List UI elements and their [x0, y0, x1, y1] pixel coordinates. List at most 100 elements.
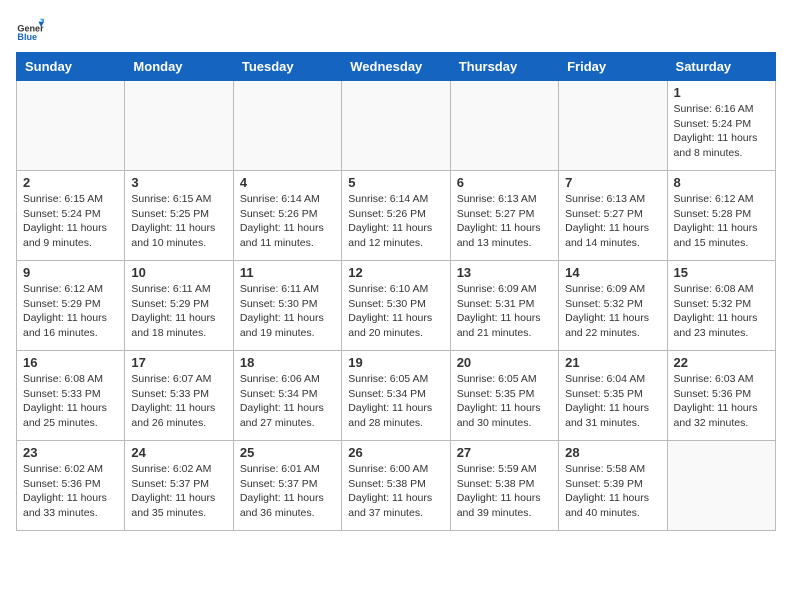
calendar-week-row: 23 Sunrise: 6:02 AM Sunset: 5:36 PM Dayli… [17, 441, 776, 531]
calendar-cell: 20 Sunrise: 6:05 AM Sunset: 5:35 PM Dayli… [450, 351, 558, 441]
weekday-header-tuesday: Tuesday [233, 53, 341, 81]
day-info: Sunrise: 5:59 AM Sunset: 5:38 PM Dayligh… [457, 462, 552, 521]
day-number: 10 [131, 265, 226, 280]
day-info: Sunrise: 6:08 AM Sunset: 5:32 PM Dayligh… [674, 282, 769, 341]
day-info: Sunrise: 6:14 AM Sunset: 5:26 PM Dayligh… [240, 192, 335, 251]
calendar-cell: 21Sunrise: 6:04 AM Sunset: 5:35 PM Dayli… [559, 351, 667, 441]
day-number: 27 [457, 445, 552, 460]
calendar-cell: 14 Sunrise: 6:09 AM Sunset: 5:32 PM Dayli… [559, 261, 667, 351]
day-info: Sunrise: 6:15 AM Sunset: 5:24 PM Dayligh… [23, 192, 118, 251]
calendar-cell: 6Sunrise: 6:13 AM Sunset: 5:27 PM Daylig… [450, 171, 558, 261]
weekday-header-saturday: Saturday [667, 53, 775, 81]
calendar-cell: 17 Sunrise: 6:07 AM Sunset: 5:33 PM Dayli… [125, 351, 233, 441]
day-number: 9 [23, 265, 118, 280]
day-info: Sunrise: 6:08 AM Sunset: 5:33 PM Dayligh… [23, 372, 118, 431]
day-number: 22 [674, 355, 769, 370]
day-number: 1 [674, 85, 769, 100]
calendar-cell: 2 Sunrise: 6:15 AM Sunset: 5:24 PM Daylig… [17, 171, 125, 261]
day-number: 16 [23, 355, 118, 370]
day-info: Sunrise: 6:14 AM Sunset: 5:26 PM Dayligh… [348, 192, 443, 251]
calendar-cell: 22 Sunrise: 6:03 AM Sunset: 5:36 PM Dayli… [667, 351, 775, 441]
calendar-week-row: 1 Sunrise: 6:16 AM Sunset: 5:24 PM Daylig… [17, 81, 776, 171]
calendar-cell: 26 Sunrise: 6:00 AM Sunset: 5:38 PM Dayli… [342, 441, 450, 531]
calendar-cell [667, 441, 775, 531]
day-number: 24 [131, 445, 226, 460]
day-info: Sunrise: 6:09 AM Sunset: 5:31 PM Dayligh… [457, 282, 552, 341]
day-number: 20 [457, 355, 552, 370]
day-number: 8 [674, 175, 769, 190]
day-number: 15 [674, 265, 769, 280]
day-number: 14 [565, 265, 660, 280]
logo: General Blue [16, 16, 48, 44]
calendar-cell: 24 Sunrise: 6:02 AM Sunset: 5:37 PM Dayli… [125, 441, 233, 531]
day-info: Sunrise: 6:15 AM Sunset: 5:25 PM Dayligh… [131, 192, 226, 251]
day-info: Sunrise: 6:05 AM Sunset: 5:35 PM Dayligh… [457, 372, 552, 431]
day-info: Sunrise: 6:02 AM Sunset: 5:36 PM Dayligh… [23, 462, 118, 521]
weekday-header-monday: Monday [125, 53, 233, 81]
calendar-table: SundayMondayTuesdayWednesdayThursdayFrid… [16, 52, 776, 531]
weekday-header-wednesday: Wednesday [342, 53, 450, 81]
svg-text:Blue: Blue [17, 32, 37, 42]
page-header: General Blue [16, 16, 776, 44]
day-number: 21 [565, 355, 660, 370]
day-number: 28 [565, 445, 660, 460]
day-info: Sunrise: 6:11 AM Sunset: 5:30 PM Dayligh… [240, 282, 335, 341]
day-number: 2 [23, 175, 118, 190]
day-number: 6 [457, 175, 552, 190]
calendar-cell: 13 Sunrise: 6:09 AM Sunset: 5:31 PM Dayli… [450, 261, 558, 351]
calendar-cell [233, 81, 341, 171]
calendar-cell: 27 Sunrise: 5:59 AM Sunset: 5:38 PM Dayli… [450, 441, 558, 531]
calendar-cell [342, 81, 450, 171]
day-info: Sunrise: 6:07 AM Sunset: 5:33 PM Dayligh… [131, 372, 226, 431]
calendar-header-row: SundayMondayTuesdayWednesdayThursdayFrid… [17, 53, 776, 81]
calendar-cell: 18 Sunrise: 6:06 AM Sunset: 5:34 PM Dayli… [233, 351, 341, 441]
day-info: Sunrise: 6:12 AM Sunset: 5:28 PM Dayligh… [674, 192, 769, 251]
weekday-header-sunday: Sunday [17, 53, 125, 81]
day-info: Sunrise: 6:06 AM Sunset: 5:34 PM Dayligh… [240, 372, 335, 431]
day-number: 13 [457, 265, 552, 280]
logo-icon: General Blue [16, 16, 44, 44]
day-info: Sunrise: 6:05 AM Sunset: 5:34 PM Dayligh… [348, 372, 443, 431]
calendar-week-row: 2 Sunrise: 6:15 AM Sunset: 5:24 PM Daylig… [17, 171, 776, 261]
calendar-cell: 8 Sunrise: 6:12 AM Sunset: 5:28 PM Daylig… [667, 171, 775, 261]
day-info: Sunrise: 6:00 AM Sunset: 5:38 PM Dayligh… [348, 462, 443, 521]
calendar-cell: 7Sunrise: 6:13 AM Sunset: 5:27 PM Daylig… [559, 171, 667, 261]
day-info: Sunrise: 6:09 AM Sunset: 5:32 PM Dayligh… [565, 282, 660, 341]
day-number: 17 [131, 355, 226, 370]
calendar-week-row: 9 Sunrise: 6:12 AM Sunset: 5:29 PM Daylig… [17, 261, 776, 351]
day-number: 4 [240, 175, 335, 190]
calendar-cell: 23 Sunrise: 6:02 AM Sunset: 5:36 PM Dayli… [17, 441, 125, 531]
day-info: Sunrise: 6:10 AM Sunset: 5:30 PM Dayligh… [348, 282, 443, 341]
calendar-cell: 28Sunrise: 5:58 AM Sunset: 5:39 PM Dayli… [559, 441, 667, 531]
calendar-cell [17, 81, 125, 171]
calendar-cell: 25 Sunrise: 6:01 AM Sunset: 5:37 PM Dayli… [233, 441, 341, 531]
calendar-cell: 10 Sunrise: 6:11 AM Sunset: 5:29 PM Dayli… [125, 261, 233, 351]
calendar-cell: 1 Sunrise: 6:16 AM Sunset: 5:24 PM Daylig… [667, 81, 775, 171]
calendar-cell: 12 Sunrise: 6:10 AM Sunset: 5:30 PM Dayli… [342, 261, 450, 351]
day-number: 11 [240, 265, 335, 280]
day-info: Sunrise: 6:03 AM Sunset: 5:36 PM Dayligh… [674, 372, 769, 431]
day-info: Sunrise: 6:12 AM Sunset: 5:29 PM Dayligh… [23, 282, 118, 341]
day-info: Sunrise: 6:02 AM Sunset: 5:37 PM Dayligh… [131, 462, 226, 521]
day-number: 5 [348, 175, 443, 190]
day-info: Sunrise: 6:01 AM Sunset: 5:37 PM Dayligh… [240, 462, 335, 521]
calendar-cell: 19Sunrise: 6:05 AM Sunset: 5:34 PM Dayli… [342, 351, 450, 441]
day-info: Sunrise: 6:11 AM Sunset: 5:29 PM Dayligh… [131, 282, 226, 341]
calendar-cell: 5 Sunrise: 6:14 AM Sunset: 5:26 PM Daylig… [342, 171, 450, 261]
day-number: 25 [240, 445, 335, 460]
calendar-cell [125, 81, 233, 171]
calendar-cell: 15 Sunrise: 6:08 AM Sunset: 5:32 PM Dayli… [667, 261, 775, 351]
calendar-cell: 16 Sunrise: 6:08 AM Sunset: 5:33 PM Dayli… [17, 351, 125, 441]
calendar-week-row: 16 Sunrise: 6:08 AM Sunset: 5:33 PM Dayli… [17, 351, 776, 441]
day-number: 3 [131, 175, 226, 190]
day-number: 12 [348, 265, 443, 280]
calendar-cell [450, 81, 558, 171]
day-info: Sunrise: 6:16 AM Sunset: 5:24 PM Dayligh… [674, 102, 769, 161]
day-number: 18 [240, 355, 335, 370]
day-info: Sunrise: 6:13 AM Sunset: 5:27 PM Dayligh… [565, 192, 660, 251]
calendar-cell: 4 Sunrise: 6:14 AM Sunset: 5:26 PM Daylig… [233, 171, 341, 261]
day-number: 26 [348, 445, 443, 460]
weekday-header-thursday: Thursday [450, 53, 558, 81]
calendar-cell: 3 Sunrise: 6:15 AM Sunset: 5:25 PM Daylig… [125, 171, 233, 261]
day-number: 23 [23, 445, 118, 460]
